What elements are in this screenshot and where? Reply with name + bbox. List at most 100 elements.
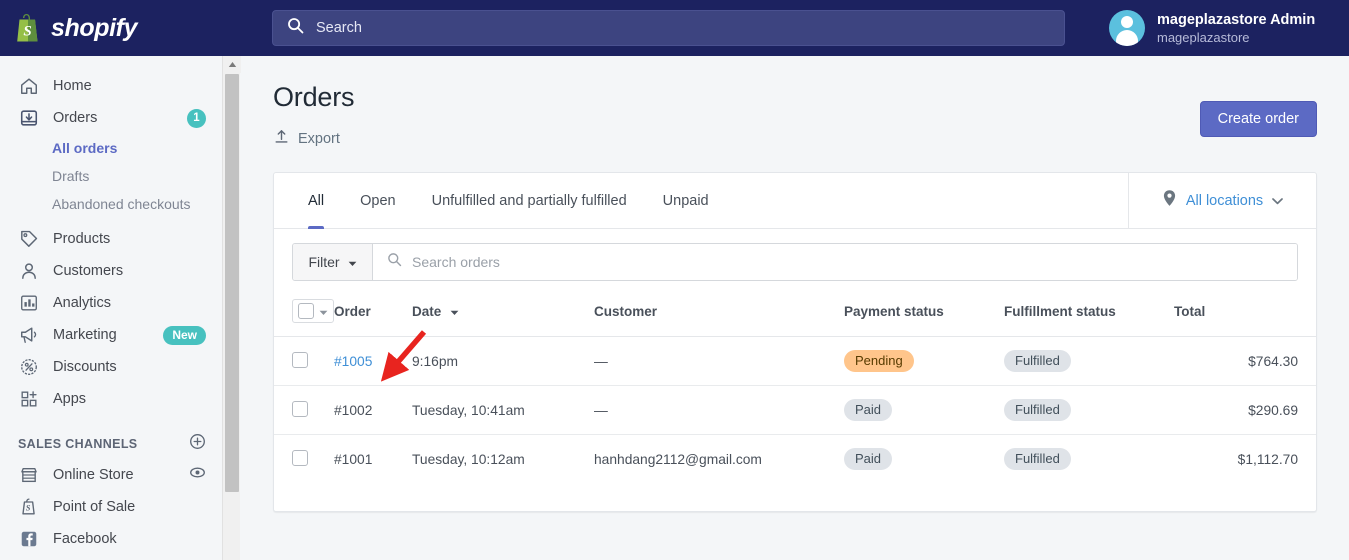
sidebar-item-label: Products [53,231,111,247]
sidebar-item-discounts[interactable]: Discounts [0,351,222,383]
tab-all[interactable]: All [292,173,340,229]
cell-date: Tuesday, 10:12am [412,451,525,467]
eye-icon[interactable] [189,464,206,486]
select-all-checkbox[interactable] [298,303,314,319]
sidebar-item-label: Orders [53,110,98,126]
global-search-input[interactable]: Search [272,10,1065,46]
create-order-button[interactable]: Create order [1199,101,1317,137]
cell-payment-status: Paid [844,385,1004,435]
column-header-fulfillment-status[interactable]: Fulfillment status [1004,287,1174,337]
export-label: Export [298,131,340,147]
table-row[interactable]: #1005 9:16pm — Pending Fulfilled $764.30 [274,336,1316,386]
sidebar-subitem-all-orders[interactable]: All orders [0,134,222,162]
table-row[interactable]: #1001 Tuesday, 10:12am hanhdang2112@gmai… [274,435,1316,484]
table-header-row: Order Date Customer Payment status Fulfi… [274,287,1316,337]
sidebar-item-label: Online Store [53,467,134,483]
tag-icon [18,228,40,250]
column-header-payment-status[interactable]: Payment status [844,287,1004,337]
global-search-wrapper: Search [240,10,1091,46]
column-header-date-label: Date [412,303,442,319]
row-checkbox[interactable] [292,400,308,417]
order-link[interactable]: #1001 [334,452,372,467]
cell-fulfillment-status: Fulfilled [1004,385,1174,435]
sales-channels-section-header: SALES CHANNELS [0,429,222,459]
sidebar-nav: Home Orders 1 All orders Drafts Abandone… [0,56,222,560]
column-header-total[interactable]: Total [1174,287,1316,337]
tab-label: All [308,192,325,209]
cell-total: $764.30 [1174,336,1316,386]
chevron-down-icon [1272,192,1284,210]
shopify-logo[interactable]: S shopify [0,0,240,56]
table-row[interactable]: #1002 Tuesday, 10:41am — Paid Fulfilled … [274,385,1316,435]
row-checkbox[interactable] [292,351,308,368]
status-badge: Fulfilled [1004,448,1071,470]
tab-unpaid[interactable]: Unpaid [647,173,725,229]
user-menu-text: mageplazastore Admin mageplazastore [1157,11,1315,46]
tab-label: Open [360,192,396,209]
order-link[interactable]: #1005 [334,354,372,369]
row-checkbox[interactable] [292,449,308,466]
sidebar-scrollbar[interactable] [222,56,241,560]
filter-bar: Filter Search orders [292,243,1298,281]
user-store-name: mageplazastore [1157,29,1250,45]
sidebar-item-point-of-sale[interactable]: S Point of Sale [0,491,222,523]
svg-text:S: S [23,24,31,40]
select-all-checkbox-dropdown[interactable] [292,299,334,323]
sidebar-item-home[interactable]: Home [0,70,222,102]
cell-date: Tuesday, 10:41am [412,385,594,435]
sidebar-item-orders[interactable]: Orders 1 [0,102,222,134]
sidebar-item-apps[interactable]: Apps [0,383,222,415]
sidebar-subitem-label: All orders [52,140,118,156]
user-name: mageplazastore Admin [1157,11,1316,28]
select-all-cell [274,287,334,337]
sidebar-item-products[interactable]: Products [0,223,222,255]
export-button[interactable]: Export [273,128,340,150]
order-filter-tabs: All Open Unfulfilled and partially fulfi… [274,173,1128,229]
sidebar-item-facebook[interactable]: Facebook [0,523,222,555]
tab-unfulfilled-and-partially-fulfilled[interactable]: Unfulfilled and partially fulfilled [416,173,643,229]
tab-open[interactable]: Open [344,173,411,229]
cell-order: #1005 [334,336,412,386]
sidebar-item-label: Customers [53,263,124,279]
cell-date: 9:16pm [412,336,594,386]
sidebar-subitem-abandoned-checkouts[interactable]: Abandoned checkouts [0,190,222,218]
column-header-order[interactable]: Order [334,287,412,337]
orders-inbox-icon [18,107,40,129]
chevron-down-icon[interactable] [319,304,328,319]
all-locations-selector[interactable]: All locations [1128,173,1316,228]
main-content: Orders Export Create order All Open Unfu… [241,56,1349,560]
column-header-date[interactable]: Date [412,287,594,337]
sidebar-item-marketing[interactable]: Marketing New [0,319,222,351]
sales-channels-title: SALES CHANNELS [18,437,138,451]
sidebar-item-online-store[interactable]: Online Store [0,459,222,491]
scrollbar-thumb[interactable] [225,74,239,492]
search-orders-input[interactable]: Search orders [373,244,1297,280]
column-header-customer[interactable]: Customer [594,287,844,337]
user-menu[interactable]: mageplazastore Admin mageplazastore [1091,0,1349,56]
global-search-placeholder: Search [316,20,362,36]
row-checkbox-cell [274,336,334,386]
filter-label: Filter [308,254,340,270]
page-header: Orders Export Create order [241,56,1349,150]
cell-order: #1002 [334,385,412,435]
storefront-icon [18,464,40,486]
plus-circle-icon[interactable] [189,433,206,455]
home-icon [18,75,40,97]
person-icon [18,260,40,282]
orders-table: Order Date Customer Payment status Fulfi… [274,287,1316,483]
sidebar-item-label: Home [53,78,92,94]
sidebar-item-customers[interactable]: Customers [0,255,222,287]
filter-dropdown-button[interactable]: Filter [293,244,373,280]
tab-label: Unpaid [662,192,709,209]
facebook-icon [18,528,40,550]
sidebar-item-label: Marketing [53,327,117,343]
sidebar-item-label: Analytics [53,295,112,311]
cell-fulfillment-status: Fulfilled [1004,336,1174,386]
tab-label: Unfulfilled and partially fulfilled [431,192,627,209]
sidebar-item-analytics[interactable]: Analytics [0,287,222,319]
sidebar-subitem-drafts[interactable]: Drafts [0,162,222,190]
scroll-up-arrow-icon[interactable] [223,56,241,73]
map-pin-icon [1162,189,1177,212]
order-link[interactable]: #1002 [334,403,372,418]
